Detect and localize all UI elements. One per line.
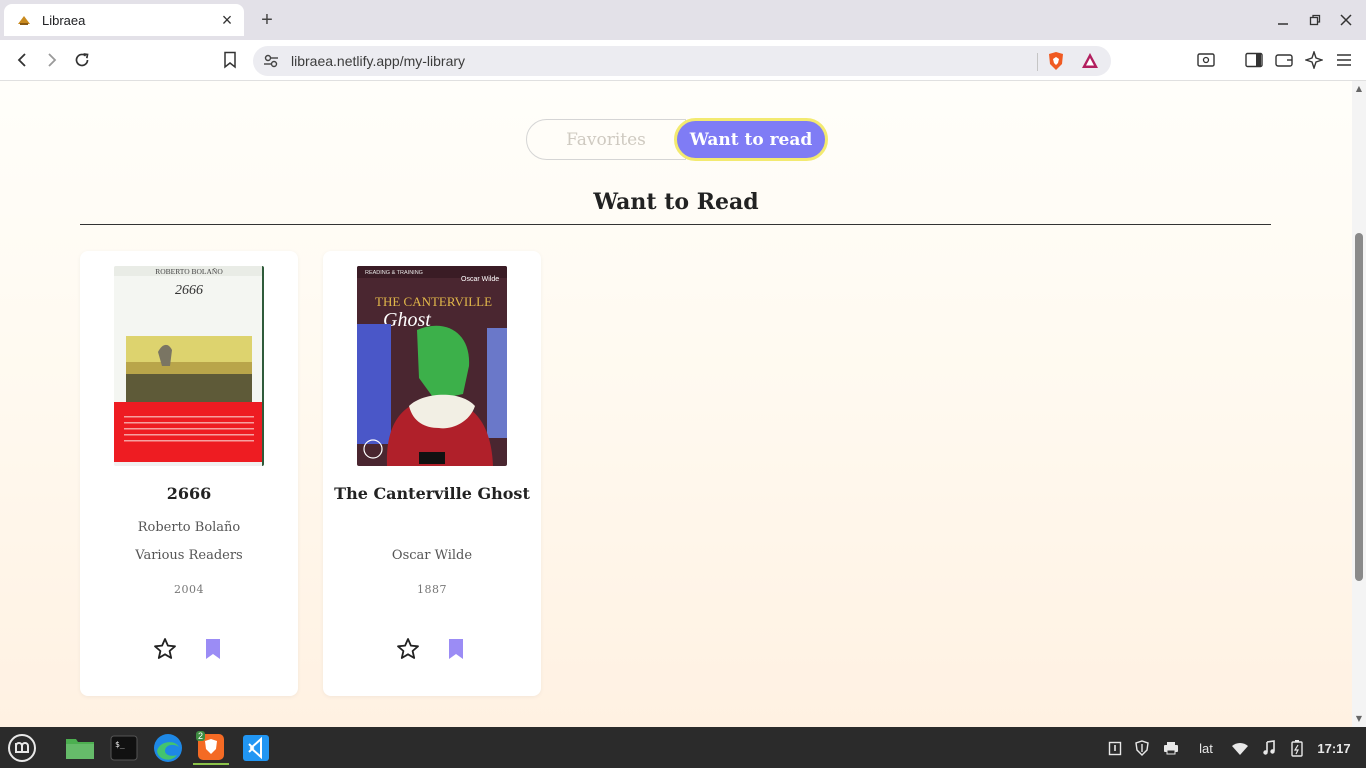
brave-shields-icon[interactable] xyxy=(1047,51,1065,76)
vscode-icon[interactable] xyxy=(238,731,274,765)
window-close-icon[interactable] xyxy=(1336,10,1356,30)
svg-text:Oscar Wilde: Oscar Wilde xyxy=(461,276,499,283)
brave-rewards-icon[interactable] xyxy=(1081,52,1099,75)
scroll-down-icon[interactable]: ▼ xyxy=(1354,714,1364,723)
svg-text:ROBERTO BOLAÑO: ROBERTO BOLAÑO xyxy=(155,266,223,276)
favorite-star-icon[interactable] xyxy=(152,635,178,663)
svg-text:2666: 2666 xyxy=(175,283,203,298)
leo-ai-icon[interactable] xyxy=(1302,48,1326,72)
book-card[interactable]: READING & TRAINING Oscar Wilde THE CANTE… xyxy=(323,251,541,696)
favorites-tab-button[interactable]: Favorites xyxy=(526,119,686,160)
section-divider xyxy=(80,224,1271,225)
book-cover-image: READING & TRAINING Oscar Wilde THE CANTE… xyxy=(357,266,507,466)
terminal-icon[interactable]: $_ xyxy=(106,731,142,765)
forward-icon[interactable] xyxy=(40,48,64,72)
back-icon[interactable] xyxy=(10,48,34,72)
libraea-favicon-icon xyxy=(16,12,32,28)
shield-tray-icon[interactable] xyxy=(1133,739,1151,757)
omnibox-divider xyxy=(1037,53,1038,71)
minimize-icon[interactable] xyxy=(1273,10,1293,30)
printer-tray-icon[interactable] xyxy=(1162,739,1180,757)
book-author: Oscar Wilde xyxy=(391,548,473,563)
book-title: 2666 xyxy=(166,484,212,503)
book-cover-image: ROBERTO BOLAÑO 2666 xyxy=(114,266,264,466)
page-scrollbar[interactable]: ▲ ▼ xyxy=(1352,81,1366,727)
files-folder-icon[interactable] xyxy=(62,731,98,765)
page-content: Favorites Want to read Want to Read ROBE… xyxy=(0,81,1366,727)
library-toggle: Favorites Want to read xyxy=(526,118,828,161)
address-bar[interactable]: libraea.netlify.app/my-library xyxy=(253,46,1111,76)
tab-close-icon[interactable]: × xyxy=(218,11,236,29)
clipboard-tray-icon[interactable] xyxy=(1106,739,1124,757)
book-reader: Various Readers xyxy=(135,548,243,563)
brave-window-count-badge: 2 xyxy=(196,731,206,741)
scroll-up-icon[interactable]: ▲ xyxy=(1354,84,1364,93)
want-to-read-bookmark-icon[interactable] xyxy=(443,635,469,663)
svg-text:THE CANTERVILLE: THE CANTERVILLE xyxy=(375,294,492,309)
browser-tab[interactable]: Libraea × xyxy=(4,4,244,36)
svg-text:$_: $_ xyxy=(115,740,125,749)
url-text: libraea.netlify.app/my-library xyxy=(291,53,466,69)
new-tab-icon[interactable]: + xyxy=(256,9,278,31)
want-to-read-tab-button[interactable]: Want to read xyxy=(674,118,828,161)
edge-browser-icon[interactable] xyxy=(150,731,186,765)
book-title: The Canterville Ghost xyxy=(334,484,530,503)
brave-browser-icon[interactable]: 2 xyxy=(193,731,229,765)
section-title: Want to Read xyxy=(593,189,759,215)
book-year: 1887 xyxy=(417,583,447,596)
book-year: 2004 xyxy=(174,583,204,596)
os-taskbar: $_ 2 lat 17:17 xyxy=(0,727,1366,768)
restore-icon[interactable] xyxy=(1305,10,1325,30)
clock[interactable]: 17:17 xyxy=(1312,739,1356,757)
svg-text:READING & TRAINING: READING & TRAINING xyxy=(365,270,423,276)
menu-icon[interactable] xyxy=(1332,48,1356,72)
wifi-tray-icon[interactable] xyxy=(1231,739,1249,757)
sound-tray-icon[interactable] xyxy=(1260,739,1278,757)
browser-toolbar: libraea.netlify.app/my-library xyxy=(0,40,1366,81)
book-author: Roberto Bolaño xyxy=(137,520,241,535)
favorite-star-icon[interactable] xyxy=(395,635,421,663)
battery-tray-icon[interactable] xyxy=(1288,739,1306,757)
tab-title: Libraea xyxy=(42,12,86,28)
reload-icon[interactable] xyxy=(70,48,94,72)
scrollbar-thumb[interactable] xyxy=(1355,233,1363,581)
keyboard-layout-indicator[interactable]: lat xyxy=(1192,739,1220,757)
browser-tab-strip: Libraea × + xyxy=(0,0,1366,40)
wallet-icon[interactable] xyxy=(1272,48,1296,72)
mint-menu-icon[interactable] xyxy=(4,731,40,765)
page-search-icon[interactable] xyxy=(1194,48,1218,72)
want-to-read-bookmark-icon[interactable] xyxy=(200,635,226,663)
site-settings-icon[interactable] xyxy=(263,53,279,74)
sidebar-icon[interactable] xyxy=(1242,48,1266,72)
book-card[interactable]: ROBERTO BOLAÑO 2666 2666 Roberto Bolaño … xyxy=(80,251,298,696)
bookmark-page-icon[interactable] xyxy=(218,48,242,72)
